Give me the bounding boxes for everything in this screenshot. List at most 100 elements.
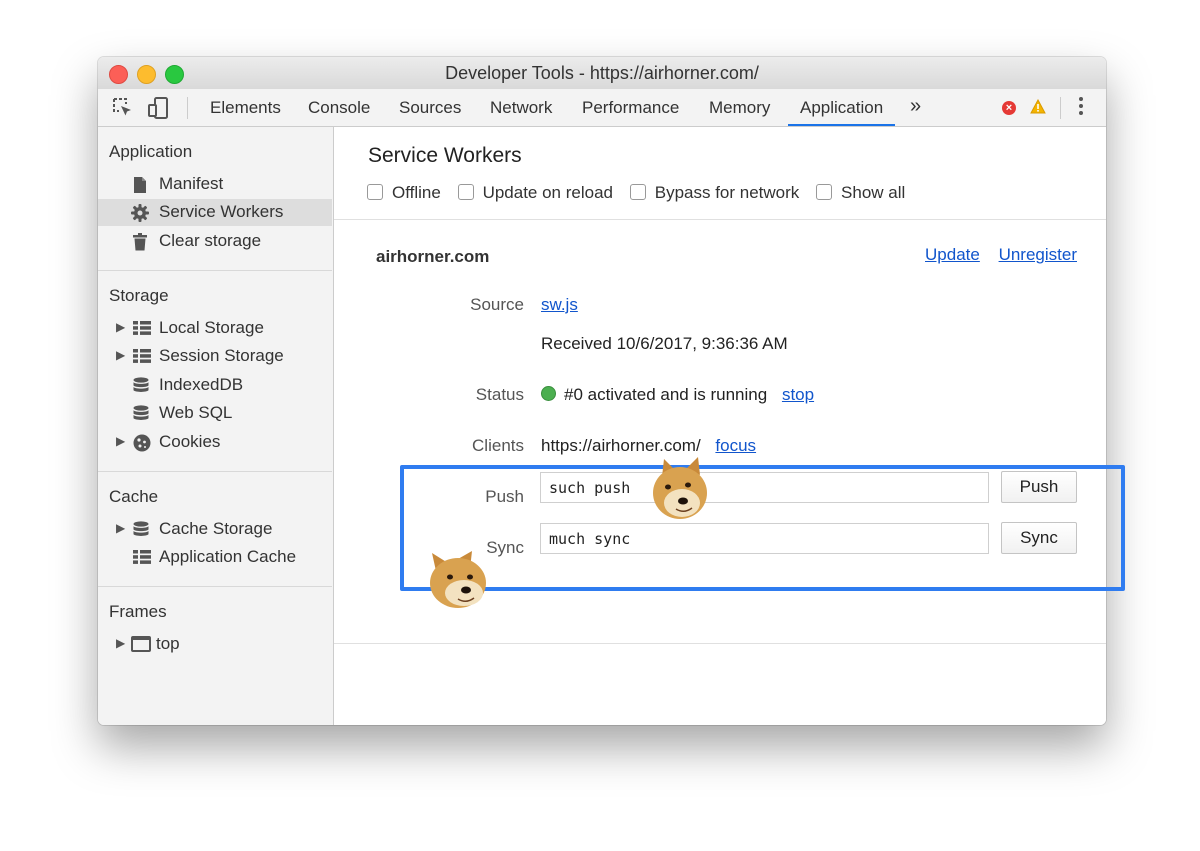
window-title: Developer Tools - https://airhorner.com/ [445, 63, 759, 83]
toolbar-divider [1060, 97, 1061, 119]
sidebar-divider [98, 586, 332, 587]
sidebar-section-storage: Storage [109, 286, 169, 305]
update-link[interactable]: Update [925, 245, 980, 264]
expand-arrow-icon[interactable]: ▶ [116, 348, 125, 362]
push-sync-highlight-box [400, 465, 1125, 591]
checkbox-label: Offline [392, 183, 441, 202]
tab-network[interactable]: Network [490, 89, 552, 126]
cookie-icon [133, 434, 151, 457]
checkbox-box[interactable] [457, 184, 474, 200]
source-value: sw.js [541, 295, 578, 315]
unregister-link[interactable]: Unregister [999, 245, 1077, 264]
more-tabs-button[interactable]: » [910, 89, 921, 126]
title-bar: Developer Tools - https://airhorner.com/ [98, 57, 1106, 89]
grid-icon [133, 348, 151, 369]
sidebar-divider [98, 471, 332, 472]
bypass-for-network-checkbox[interactable]: Bypass for network [629, 183, 800, 203]
show-all-checkbox[interactable]: Show all [816, 183, 905, 203]
maximize-window-button[interactable] [165, 65, 184, 84]
more-menu-icon[interactable] [1076, 97, 1086, 118]
status-value: #0 activated and is running stop [541, 385, 814, 405]
focus-link[interactable]: focus [715, 436, 756, 455]
service-workers-panel: Service Workers Offline Update on reload… [334, 127, 1106, 725]
application-sidebar: Application Manifest Service Workers Cle… [98, 127, 334, 725]
offline-checkbox[interactable]: Offline [367, 183, 441, 203]
sidebar-item-manifest[interactable]: Manifest [98, 171, 332, 198]
warning-icon[interactable] [1030, 98, 1046, 119]
sidebar-item-label: Manifest [159, 174, 224, 193]
sidebar-item-application-cache[interactable]: Application Cache [98, 544, 332, 571]
minimize-window-button[interactable] [137, 65, 156, 84]
sidebar-section-frames: Frames [109, 602, 167, 621]
devtools-window: Developer Tools - https://airhorner.com/… [98, 57, 1106, 725]
device-toolbar-icon[interactable] [148, 97, 170, 124]
sidebar-item-label: Session Storage [159, 346, 284, 365]
checkbox-box[interactable] [816, 184, 833, 200]
tab-application[interactable]: Application [788, 89, 896, 126]
worker-section-divider [334, 643, 1106, 644]
database-icon [133, 405, 149, 428]
status-label: Status [475, 385, 524, 404]
sidebar-section-cache: Cache [109, 487, 159, 506]
update-on-reload-checkbox[interactable]: Update on reload [457, 183, 613, 203]
close-window-button[interactable] [109, 65, 128, 84]
doge-image [653, 457, 707, 519]
sidebar-item-session-storage[interactable]: ▶ Session Storage [98, 343, 332, 370]
sidebar-item-label: Cookies [159, 432, 221, 451]
inspect-element-icon[interactable] [112, 97, 134, 124]
checkbox-label: Show all [841, 183, 906, 202]
sidebar-item-label: Clear storage [159, 231, 262, 250]
source-file-link[interactable]: sw.js [541, 295, 578, 314]
checkbox-box[interactable] [629, 184, 646, 200]
sidebar-item-cookies[interactable]: ▶ Cookies [98, 429, 332, 456]
sidebar-item-label: Cache Storage [159, 519, 273, 538]
database-icon [133, 377, 149, 400]
sidebar-item-label: Web SQL [159, 403, 233, 422]
checkbox-box[interactable] [367, 184, 383, 200]
sidebar-item-service-workers[interactable]: Service Workers [98, 199, 332, 226]
tab-sources[interactable]: Sources [399, 89, 461, 126]
frame-icon [131, 636, 151, 657]
gear-icon [131, 204, 149, 227]
worker-actions: Update Unregister [911, 245, 1077, 265]
clients-label: Clients [472, 436, 524, 455]
sidebar-item-label: Service Workers [159, 202, 284, 221]
status-indicator-icon [541, 386, 556, 401]
checkbox-label: Bypass for network [654, 183, 800, 202]
grid-icon [133, 320, 151, 341]
status-text: #0 activated and is running [564, 385, 768, 404]
error-icon[interactable]: × [1002, 101, 1016, 115]
source-label: Source [470, 295, 524, 314]
sidebar-item-cache-storage[interactable]: ▶ Cache Storage [98, 516, 332, 543]
tab-performance[interactable]: Performance [582, 89, 679, 126]
toolbar-divider [187, 97, 188, 119]
sidebar-item-indexeddb[interactable]: IndexedDB [98, 372, 332, 399]
devtools-toolbar: Elements Console Sources Network Perform… [98, 89, 1106, 127]
worker-origin: airhorner.com [376, 247, 490, 266]
stop-link[interactable]: stop [782, 385, 814, 404]
trash-icon [133, 233, 147, 256]
expand-arrow-icon[interactable]: ▶ [116, 521, 125, 535]
expand-arrow-icon[interactable]: ▶ [116, 434, 125, 448]
service-worker-options: Offline Update on reload Bypass for netw… [367, 183, 917, 203]
sidebar-item-label: top [156, 634, 180, 653]
doge-image [430, 551, 486, 608]
checkbox-label: Update on reload [482, 183, 613, 202]
sidebar-item-clear-storage[interactable]: Clear storage [98, 228, 332, 255]
received-timestamp: Received 10/6/2017, 9:36:36 AM [541, 334, 788, 353]
document-icon [133, 176, 147, 199]
grid-icon [133, 549, 151, 570]
tab-memory[interactable]: Memory [709, 89, 770, 126]
sidebar-item-local-storage[interactable]: ▶ Local Storage [98, 315, 332, 342]
sidebar-item-label: Local Storage [159, 318, 264, 337]
sidebar-item-frame-top[interactable]: ▶ top [98, 631, 332, 658]
expand-arrow-icon[interactable]: ▶ [116, 320, 125, 334]
tab-console[interactable]: Console [308, 89, 370, 126]
sidebar-item-label: Application Cache [159, 547, 297, 566]
expand-arrow-icon[interactable]: ▶ [116, 636, 125, 650]
sidebar-section-application: Application [109, 142, 193, 161]
sidebar-item-web-sql[interactable]: Web SQL [98, 400, 332, 427]
sidebar-item-label: IndexedDB [159, 375, 244, 394]
sidebar-divider [98, 270, 332, 271]
tab-elements[interactable]: Elements [210, 89, 281, 126]
